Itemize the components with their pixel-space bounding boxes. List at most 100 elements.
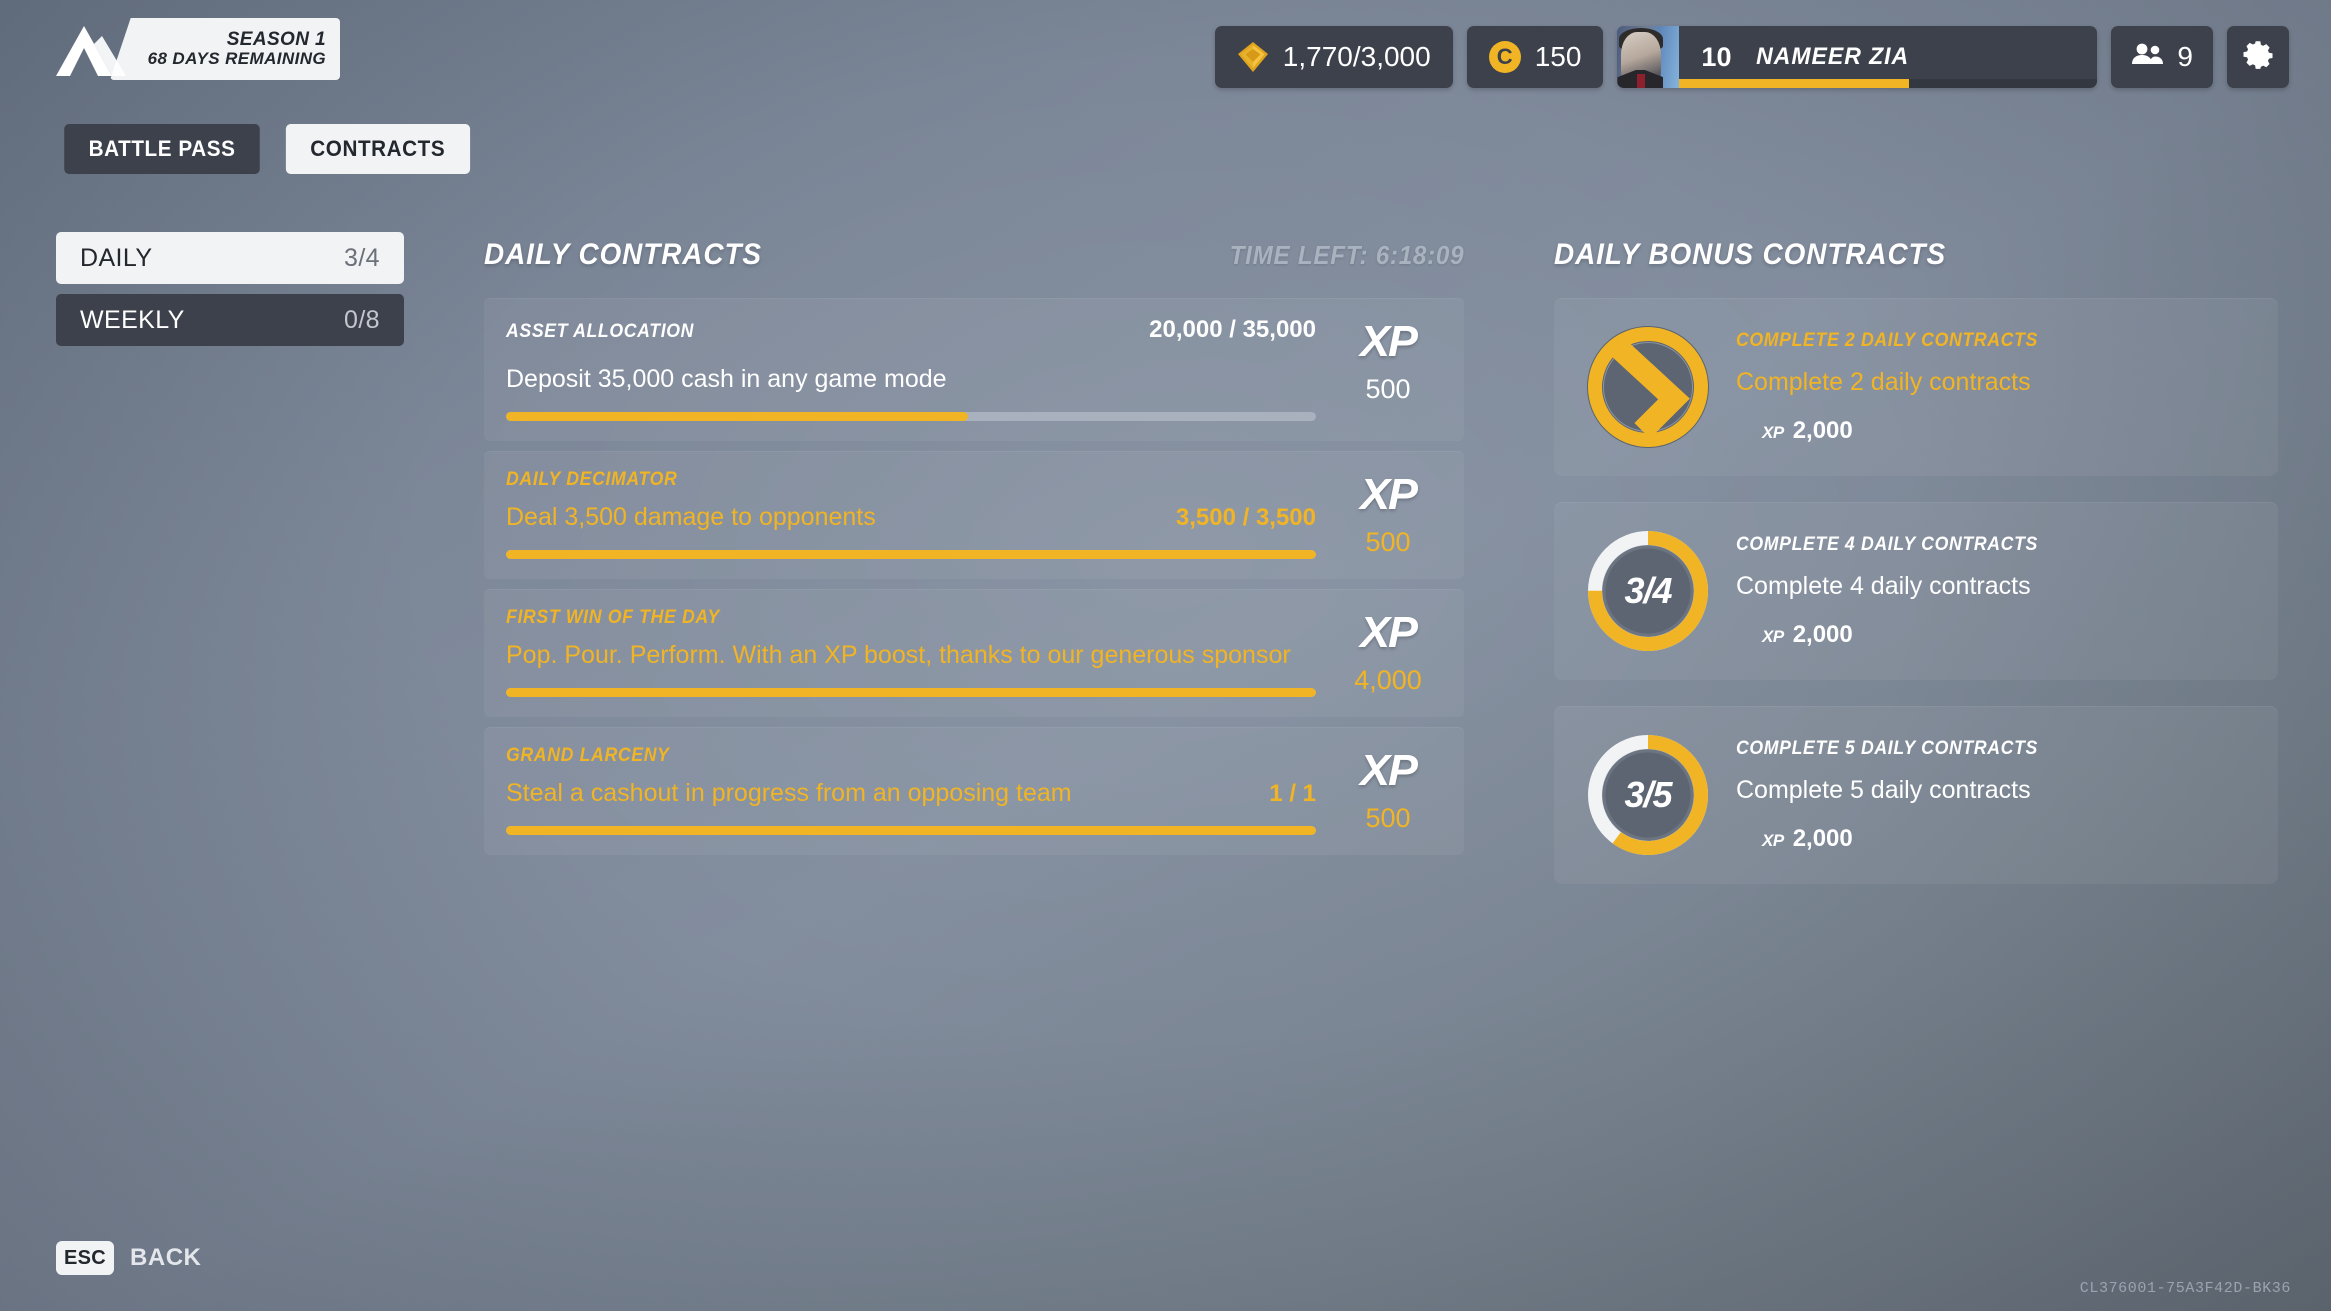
xp-icon: XP [1762, 830, 1784, 850]
contract-title: DAILY DECIMATOR [506, 469, 678, 490]
player-chip[interactable]: 10 NAMEER ZIA [1617, 26, 2098, 88]
avatar-tie [1637, 74, 1646, 88]
contract-description: Steal a cashout in progress from an oppo… [506, 779, 1072, 807]
xp-icon: XP [1360, 746, 1418, 795]
avatar [1617, 26, 1680, 88]
gear-icon [2243, 39, 2273, 76]
settings-button[interactable] [2227, 26, 2289, 88]
player-xp-fill [1679, 79, 1910, 88]
bonus-ring-label: 3/4 [1624, 570, 1672, 611]
contract-progress-fill [506, 826, 1316, 835]
contract-body: ASSET ALLOCATION 20,000 / 35,000 Deposit… [506, 316, 1316, 421]
contract-xp-badge: XP 500 [1334, 316, 1442, 405]
contract-xp-badge: XP 4,000 [1334, 607, 1442, 696]
contract-progress-text: 1 / 1 [1269, 780, 1316, 807]
contract-title: ASSET ALLOCATION [506, 321, 695, 342]
contract-description: Pop. Pour. Perform. With an XP boost, th… [506, 641, 1296, 669]
sidebar-item-label: WEEKLY [80, 305, 185, 334]
gem-value: 1,770/3,000 [1282, 41, 1431, 72]
contract-description: Deposit 35,000 cash in any game mode [506, 365, 947, 393]
xp-value: 500 [1365, 803, 1411, 833]
sidebar-item-weekly[interactable]: WEEKLY 0/8 [56, 294, 404, 346]
contract-card[interactable]: DAILY DECIMATOR Deal 3,500 damage to opp… [484, 451, 1464, 579]
daily-contracts-panel: DAILY CONTRACTS TIME LEFT: 6:18:09 ASSET… [484, 238, 1464, 865]
player-xp-bar [1679, 79, 2098, 88]
esc-key-badge: ESC [56, 1241, 115, 1275]
bonus-card[interactable]: 3/5 COMPLETE 5 DAILY CONTRACTS Complete … [1554, 706, 2278, 884]
xp-icon: XP [1360, 608, 1418, 657]
contract-body: DAILY DECIMATOR Deal 3,500 damage to opp… [506, 469, 1316, 559]
tab-contracts[interactable]: CONTRACTS [285, 124, 470, 174]
bonus-card[interactable]: COMPLETE 2 DAILY CONTRACTS Complete 2 da… [1554, 298, 2278, 476]
top-bar: SEASON 1 68 DAYS REMAINING BATTLE PASS C… [0, 0, 2331, 174]
bonus-progress-ring: 3/5 [1584, 731, 1712, 859]
contract-description: Deal 3,500 damage to opponents [506, 503, 876, 531]
bonus-panel-title: DAILY BONUS CONTRACTS [1554, 238, 1947, 271]
coin-icon: C [1488, 41, 1521, 73]
page-title: DAILY CONTRACTS [484, 238, 762, 271]
contract-progress-bar [506, 550, 1316, 559]
bonus-body: COMPLETE 5 DAILY CONTRACTS Complete 5 da… [1726, 738, 2248, 853]
player-level: 10 [1701, 41, 1732, 72]
hud-bar: 1,770/3,000 C 150 10 NAMEER ZIA 9 [1214, 26, 2289, 88]
xp-value: 2,000 [1792, 416, 1853, 444]
bonus-ring-label: 3/5 [1624, 774, 1672, 815]
xp-value: 4,000 [1354, 665, 1422, 695]
contract-title: GRAND LARCENY [506, 745, 670, 766]
xp-icon: XP [1762, 626, 1784, 646]
friends-icon [2131, 41, 2165, 73]
season-title: SEASON 1 [226, 28, 326, 50]
contract-body: GRAND LARCENY Steal a cashout in progres… [506, 745, 1316, 835]
friends-chip[interactable]: 9 [2111, 26, 2213, 88]
friends-count: 9 [2177, 41, 2193, 72]
xp-icon: XP [1360, 470, 1418, 519]
bonus-card[interactable]: 3/4 COMPLETE 4 DAILY CONTRACTS Complete … [1554, 502, 2278, 680]
contract-xp-badge: XP 500 [1334, 745, 1442, 834]
build-version-string: CL376001-75A3F42D-BK36 [2079, 1280, 2291, 1297]
gem-currency-chip[interactable]: 1,770/3,000 [1214, 26, 1453, 88]
main-tabs[interactable]: BATTLE PASS CONTRACTS [58, 124, 476, 174]
contract-card[interactable]: ASSET ALLOCATION 20,000 / 35,000 Deposit… [484, 298, 1464, 441]
bonus-title: COMPLETE 4 DAILY CONTRACTS [1736, 533, 2038, 555]
check-icon [1584, 323, 1712, 451]
bonus-progress-ring: 3/4 [1584, 527, 1712, 655]
bonus-header: DAILY BONUS CONTRACTS [1554, 238, 2278, 272]
coin-currency-chip[interactable]: C 150 [1466, 26, 1604, 88]
bonus-reward: XP 2,000 [1736, 825, 2248, 853]
bonus-reward: XP 2,000 [1736, 621, 2248, 649]
contract-progress-fill [506, 550, 1316, 559]
coin-value: 150 [1534, 41, 1582, 72]
gem-icon [1237, 41, 1269, 73]
season-text: SEASON 1 68 DAYS REMAINING [147, 28, 340, 69]
contract-progress-bar [506, 826, 1316, 835]
bonus-description: Complete 4 daily contracts [1736, 571, 2031, 600]
contract-card[interactable]: FIRST WIN OF THE DAY Pop. Pour. Perform.… [484, 589, 1464, 717]
contract-card[interactable]: GRAND LARCENY Steal a cashout in progres… [484, 727, 1464, 855]
xp-value: 2,000 [1792, 824, 1853, 852]
contract-progress-fill [506, 412, 968, 421]
contract-progress-bar [506, 412, 1316, 421]
arrow-peak-logo-icon [56, 26, 126, 76]
contracts-sidebar: DAILY 3/4 WEEKLY 0/8 [56, 232, 404, 356]
contract-progress-text: 20,000 / 35,000 [1149, 316, 1316, 343]
sidebar-item-count: 3/4 [344, 243, 380, 272]
back-button[interactable]: ESC BACK [56, 1241, 201, 1275]
tab-battle-pass[interactable]: BATTLE PASS [64, 124, 260, 174]
daily-contracts-header: DAILY CONTRACTS TIME LEFT: 6:18:09 [484, 238, 1464, 272]
contract-progress-bar [506, 688, 1316, 697]
bonus-title: COMPLETE 2 DAILY CONTRACTS [1736, 329, 2038, 351]
coin-letter: C [1496, 44, 1513, 69]
bonus-progress-ring [1584, 323, 1712, 451]
sidebar-item-daily[interactable]: DAILY 3/4 [56, 232, 404, 284]
season-badge: SEASON 1 68 DAYS REMAINING [48, 18, 340, 80]
bonus-description: Complete 5 daily contracts [1736, 775, 2031, 804]
contract-xp-badge: XP 500 [1334, 469, 1442, 558]
bonus-body: COMPLETE 2 DAILY CONTRACTS Complete 2 da… [1726, 330, 2248, 445]
player-info: 10 NAMEER ZIA [1679, 26, 2098, 88]
xp-value: 500 [1365, 527, 1411, 557]
bonus-description: Complete 2 daily contracts [1736, 367, 2031, 396]
season-subtitle: 68 DAYS REMAINING [147, 49, 326, 69]
xp-value: 500 [1365, 374, 1411, 404]
contract-progress-text: 3,500 / 3,500 [1175, 504, 1316, 531]
contract-body: FIRST WIN OF THE DAY Pop. Pour. Perform.… [506, 607, 1316, 697]
